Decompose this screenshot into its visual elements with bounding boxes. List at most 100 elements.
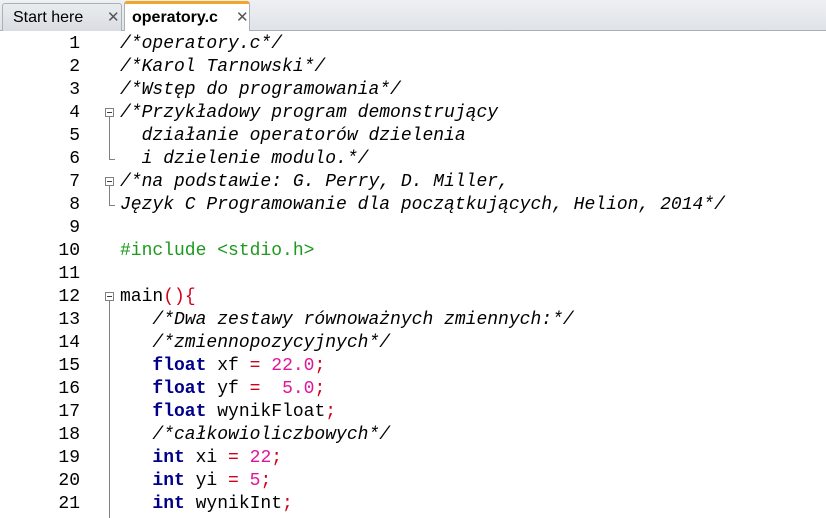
code-token: /*zmiennopozycyjnych*/: [120, 333, 391, 353]
code-token: int: [152, 471, 185, 491]
code-token: xf: [206, 356, 250, 376]
line-number: 9: [69, 218, 80, 238]
code-token: float: [152, 379, 207, 399]
code-token: float: [152, 402, 207, 422]
code-token: 5: [249, 471, 261, 491]
code-token: działanie operatorów dzielenia: [120, 126, 466, 146]
close-icon[interactable]: ✕: [236, 4, 249, 31]
code-line[interactable]: /*Przykładowy program demonstrujący: [120, 102, 498, 125]
code-token: /*Wstęp do programowania*/: [120, 80, 401, 100]
code-line[interactable]: main(){: [120, 286, 196, 309]
line-number: 5: [69, 126, 80, 146]
code-token: /*całkowioliczbowych*/: [120, 425, 391, 445]
code-line[interactable]: /*na podstawie: G. Perry, D. Miller,: [120, 171, 509, 194]
line-number: 18: [58, 425, 80, 445]
line-number: 19: [58, 448, 80, 468]
code-token: ;: [260, 471, 272, 491]
code-token: #include <stdio.h>: [120, 241, 315, 261]
fold-end: [109, 205, 115, 206]
code-token: =: [249, 379, 261, 399]
line-number: 17: [58, 402, 80, 422]
code-token: wynikInt: [184, 494, 283, 514]
line-number: 4: [69, 103, 80, 123]
code-line[interactable]: int wynikInt;: [120, 493, 293, 516]
code-line[interactable]: Język C Programowanie dla początkujących…: [120, 194, 725, 217]
code-token: wynikFloat: [206, 402, 326, 422]
code-line[interactable]: i dzielenie modulo.*/: [120, 148, 369, 171]
tab-bar: Start here ✕ operatory.c ✕: [0, 0, 826, 32]
fold-line: [109, 186, 110, 205]
code-token: 22: [249, 448, 272, 468]
code-line[interactable]: float yf = 5.0;: [120, 378, 325, 401]
line-number: 8: [69, 195, 80, 215]
code-token: main: [120, 287, 164, 307]
line-number: 11: [58, 264, 80, 284]
fold-line: [109, 301, 110, 518]
code-token: i dzielenie modulo.*/: [120, 149, 369, 169]
code-token: ;: [314, 379, 326, 399]
code-token: Język C Programowanie dla początkujących…: [120, 195, 725, 215]
line-number: 12: [58, 287, 80, 307]
code-token: /*na podstawie: G. Perry, D. Miller,: [120, 172, 509, 192]
line-number: 2: [69, 57, 80, 77]
code-token: 22.0: [271, 356, 315, 376]
tab-operatory-c[interactable]: operatory.c ✕: [124, 1, 250, 32]
code-token: /*operatory.c*/: [120, 34, 283, 54]
code-token: /*Przykładowy program demonstrujący: [120, 103, 499, 123]
code-token: ;: [325, 402, 337, 422]
fold-line: [109, 117, 110, 159]
code-line[interactable]: /*całkowioliczbowych*/: [120, 424, 390, 447]
line-number: 14: [58, 333, 80, 353]
code-token: /*Dwa zestawy równoważnych zmiennych:*/: [120, 310, 574, 330]
fold-minus-icon[interactable]: [105, 292, 114, 301]
code-line[interactable]: /*Karol Tarnowski*/: [120, 56, 325, 79]
code-token: yi: [184, 471, 229, 491]
line-number: 16: [58, 379, 80, 399]
code-token: =: [228, 471, 239, 491]
code-editor[interactable]: 1 /*operatory.c*/ 2 /*Karol Tarnowski*/ 3 /*W…: [0, 31, 826, 518]
code-line[interactable]: int xi = 22;: [120, 447, 282, 470]
line-number: 15: [58, 356, 80, 376]
code-line[interactable]: /*Dwa zestawy równoważnych zmiennych:*/: [120, 309, 574, 332]
line-number: 10: [58, 241, 80, 261]
fold-minus-icon[interactable]: [105, 177, 114, 186]
code-token: float: [152, 356, 207, 376]
code-line[interactable]: /*zmiennopozycyjnych*/: [120, 332, 390, 355]
code-line[interactable]: #include <stdio.h>: [120, 240, 314, 263]
code-token: ;: [271, 448, 283, 468]
tab-start-here[interactable]: Start here ✕: [2, 3, 122, 31]
code-token: ;: [314, 356, 326, 376]
line-number: 6: [69, 149, 80, 169]
code-line[interactable]: float xf = 22.0;: [120, 355, 325, 378]
code-line[interactable]: float wynikFloat;: [120, 401, 336, 424]
code-token: 5.0: [282, 379, 315, 399]
code-token: xi: [184, 448, 229, 468]
close-icon[interactable]: ✕: [107, 4, 120, 31]
code-line[interactable]: działanie operatorów dzielenia: [120, 125, 466, 148]
tab-label: Start here: [13, 9, 84, 26]
fold-minus-icon[interactable]: [105, 108, 114, 117]
code-token: (){: [163, 287, 196, 307]
code-token: ;: [282, 494, 293, 514]
code-line[interactable]: /*Wstęp do programowania*/: [120, 79, 401, 102]
code-line[interactable]: /*operatory.c*/: [120, 33, 282, 56]
code-token: =: [249, 356, 261, 376]
line-number: 1: [69, 34, 80, 54]
code-line[interactable]: int yi = 5;: [120, 470, 271, 493]
code-token: int: [152, 494, 185, 514]
tab-label: operatory.c: [132, 9, 218, 26]
line-number: 21: [58, 494, 80, 514]
line-number: 13: [58, 310, 80, 330]
code-token: /*Karol Tarnowski*/: [120, 57, 326, 77]
code-token: =: [228, 448, 239, 468]
